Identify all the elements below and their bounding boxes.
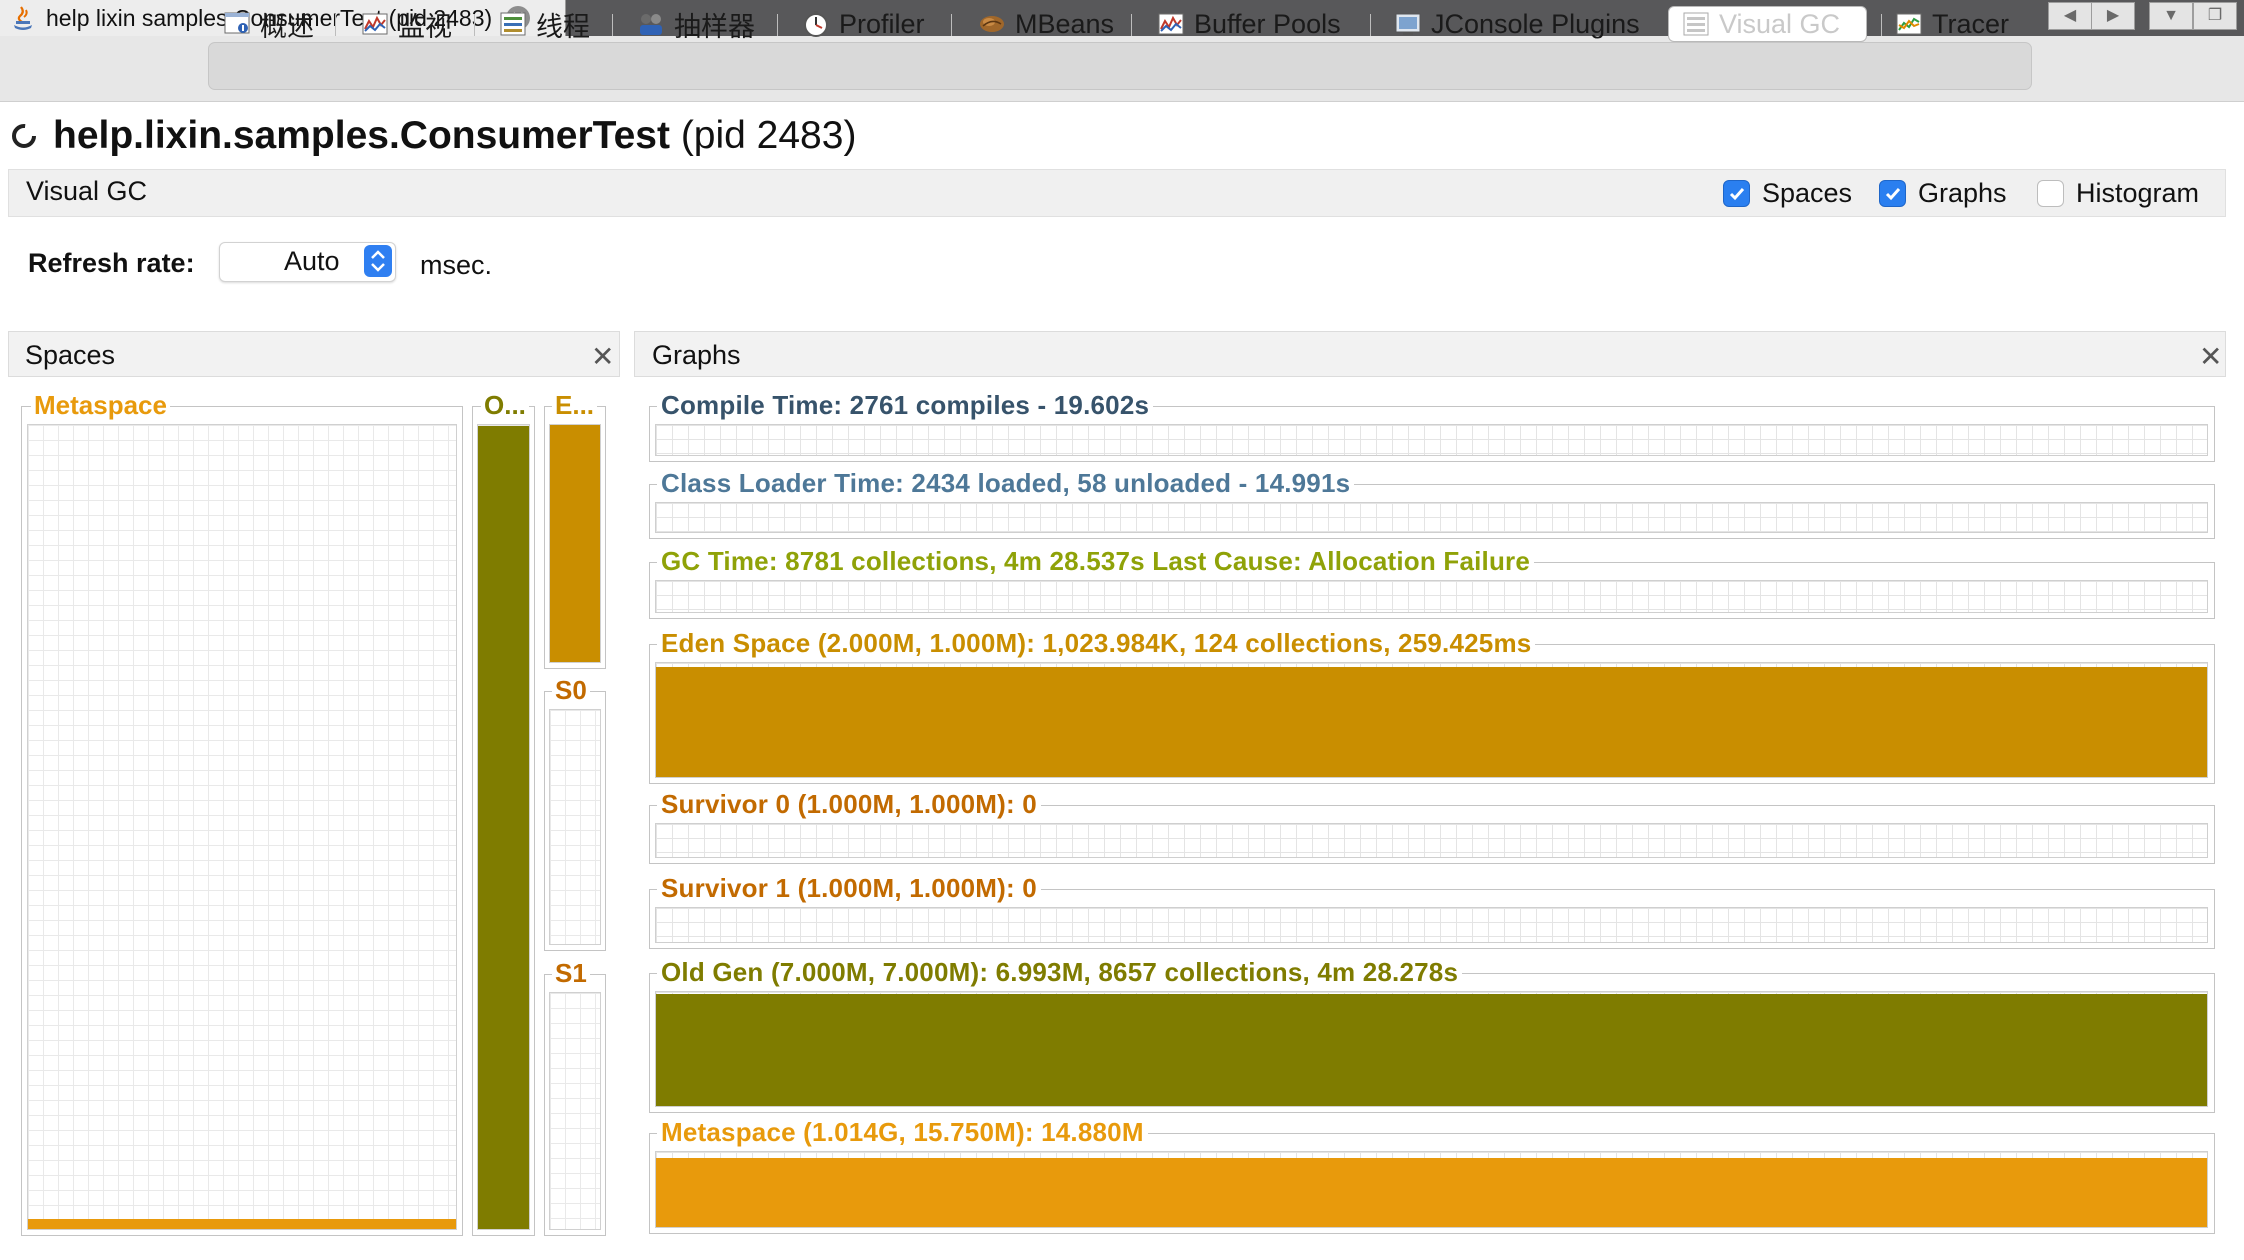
compile-time-graph — [655, 424, 2208, 456]
spaces-panel-title: Spaces — [25, 340, 116, 370]
metaspace-space — [27, 424, 457, 1230]
tab-sampler[interactable]: 抽样器 — [636, 6, 755, 42]
tracer-icon — [1896, 13, 1922, 35]
metaspace-used-bar — [28, 1219, 456, 1229]
tab-jconsole-plugins[interactable]: JConsole Plugins — [1393, 6, 1640, 42]
spaces-checkbox-label: Spaces — [1762, 178, 1853, 208]
visual-gc-icon — [1683, 12, 1709, 36]
checkbox-checked-icon[interactable] — [1723, 180, 1750, 207]
view-toolbar — [208, 42, 2032, 90]
pid-label: (pid 2483) — [680, 114, 857, 157]
toolbar-separator — [1131, 14, 1132, 36]
tab-label: JConsole Plugins — [1431, 8, 1640, 39]
survivor1-label: Survivor 1 (1.000M, 1.000M): 0 — [657, 873, 1041, 904]
nav-next-button[interactable]: ▶ — [2091, 2, 2135, 30]
eden-graph — [655, 662, 2208, 778]
refresh-rate-value: Auto — [284, 246, 340, 276]
histogram-checkbox[interactable]: Histogram — [2037, 178, 2199, 209]
eden-space — [549, 424, 601, 663]
survivor1-graph — [655, 907, 2208, 943]
gc-time-graph — [655, 580, 2208, 613]
old-gen-graph-area — [656, 994, 2207, 1106]
toolbar-separator — [1370, 14, 1371, 36]
mbeans-icon — [980, 16, 1004, 32]
threads-icon — [500, 12, 526, 36]
tab-label: Visual GC — [1719, 8, 1841, 39]
old-gen-graph — [655, 991, 2208, 1107]
restore-window-button[interactable]: ❐ — [2193, 2, 2237, 30]
tab-profiler[interactable]: Profiler — [801, 6, 925, 42]
histogram-checkbox-label: Histogram — [2076, 178, 2200, 208]
tab-label: 监视 — [398, 11, 452, 42]
profiler-icon — [804, 11, 828, 37]
tab-label: MBeans — [1015, 8, 1115, 39]
tab-label: 线程 — [536, 11, 590, 42]
tab-mbeans[interactable]: MBeans — [977, 6, 1114, 42]
class-loader-graph — [655, 502, 2208, 533]
eden-label: E... — [552, 390, 598, 421]
page-title: help.lixin.samples.ConsumerTest (pid 248… — [53, 114, 856, 158]
tab-monitor[interactable]: 监视 — [360, 6, 452, 42]
gc-time-label: GC Time: 8781 collections, 4m 28.537s La… — [657, 546, 1535, 577]
metaspace-graph-label: Metaspace (1.014G, 15.750M): 14.880M — [657, 1117, 1148, 1148]
tab-buffer-pools[interactable]: Buffer Pools — [1156, 6, 1341, 42]
metaspace-graph — [655, 1151, 2208, 1228]
close-icon[interactable]: ✕ — [591, 340, 614, 373]
overview-icon — [224, 12, 250, 34]
tab-visual-gc[interactable]: Visual GC — [1668, 6, 1867, 42]
tab-label: 概述 — [260, 11, 314, 42]
old-gen-label: O... — [481, 390, 529, 421]
checkbox-unchecked-icon[interactable] — [2037, 180, 2064, 207]
buffer-pools-icon — [1158, 13, 1184, 35]
metaspace-graph-area — [656, 1158, 2207, 1227]
tab-label: Tracer — [1932, 8, 2010, 39]
tab-label: Profiler — [839, 8, 925, 39]
tab-menu-button[interactable]: ▼ — [2149, 2, 2193, 30]
toolbar-separator — [777, 14, 778, 36]
old-gen-used-bar — [478, 425, 529, 1229]
nav-prev-button[interactable]: ◀ — [2048, 2, 2092, 30]
tab-label: 抽样器 — [674, 11, 755, 42]
toolbar-separator — [335, 14, 336, 36]
graphs-panel-header — [634, 331, 2226, 377]
close-icon[interactable]: ✕ — [2199, 340, 2222, 373]
eden-used-bar — [550, 425, 600, 662]
spaces-checkbox[interactable]: Spaces — [1723, 178, 1852, 209]
compile-time-label: Compile Time: 2761 compiles - 19.602s — [657, 390, 1154, 421]
app-name: help.lixin.samples.ConsumerTest — [53, 114, 670, 157]
eden-graph-area — [656, 667, 2207, 777]
tab-overview[interactable]: 概述 — [222, 6, 314, 42]
toolbar-separator — [474, 14, 475, 36]
s1-space — [549, 992, 601, 1230]
checkbox-checked-icon[interactable] — [1879, 180, 1906, 207]
survivor0-graph — [655, 823, 2208, 858]
graphs-checkbox-label: Graphs — [1918, 178, 2007, 208]
graphs-panel-title: Graphs — [652, 340, 741, 370]
java-icon — [14, 6, 32, 30]
s0-label: S0 — [552, 675, 590, 706]
busy-spinner-icon — [12, 124, 36, 148]
tab-threads[interactable]: 线程 — [498, 6, 590, 42]
jconsole-icon — [1395, 13, 1421, 35]
tab-tracer[interactable]: Tracer — [1894, 6, 2009, 42]
chevron-updown-icon[interactable] — [364, 245, 392, 277]
s1-label: S1 — [552, 958, 590, 989]
old-gen-space — [477, 424, 530, 1230]
monitor-icon — [362, 13, 388, 35]
toolbar-separator — [612, 14, 613, 36]
metaspace-label: Metaspace — [31, 390, 170, 421]
old-gen-graph-label: Old Gen (7.000M, 7.000M): 6.993M, 8657 c… — [657, 957, 1463, 988]
visual-gc-label: Visual GC — [26, 176, 148, 206]
refresh-rate-unit: msec. — [420, 250, 493, 280]
toolbar-separator — [1881, 14, 1882, 36]
eden-graph-label: Eden Space (2.000M, 1.000M): 1,023.984K,… — [657, 628, 1536, 659]
tab-label: Buffer Pools — [1194, 8, 1341, 39]
sampler-icon — [640, 14, 662, 35]
graphs-checkbox[interactable]: Graphs — [1879, 178, 2007, 209]
s0-space — [549, 709, 601, 945]
class-loader-label: Class Loader Time: 2434 loaded, 58 unloa… — [657, 468, 1355, 499]
toolbar-separator — [951, 14, 952, 36]
survivor0-label: Survivor 0 (1.000M, 1.000M): 0 — [657, 789, 1041, 820]
refresh-rate-label: Refresh rate: — [28, 248, 195, 278]
